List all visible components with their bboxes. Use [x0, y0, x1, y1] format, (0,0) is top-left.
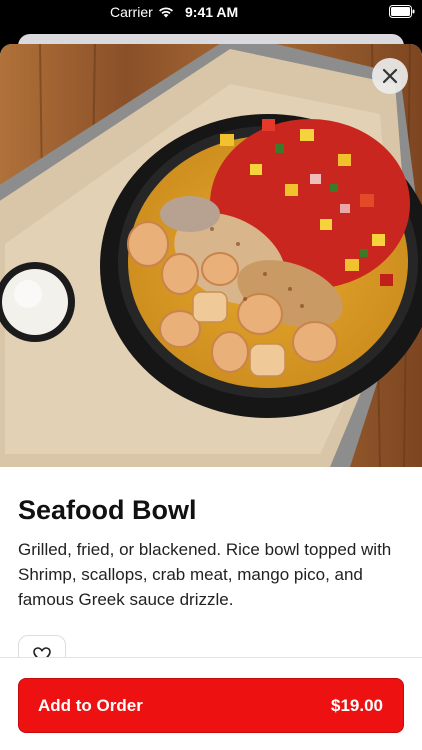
seafood-bowl-photo [0, 44, 422, 467]
item-price: $19.00 [331, 696, 383, 715]
add-to-order-label: Add to Order [38, 696, 143, 715]
add-to-order-button[interactable]: Add to Order $19.00 [18, 678, 404, 733]
battery-icon [389, 5, 415, 18]
item-detail-sheet: Seafood Bowl Grilled, fried, or blackene… [0, 44, 422, 750]
close-icon [382, 68, 398, 84]
status-time: 9:41 AM [185, 4, 239, 20]
status-bar: Carrier 9:41 AM [0, 0, 422, 24]
item-title: Seafood Bowl [18, 495, 197, 525]
close-button[interactable] [372, 58, 408, 94]
wifi-icon [159, 7, 173, 18]
item-description: Grilled, fried, or blackened. Rice bowl … [18, 540, 392, 609]
bottom-action-bar: Add to Order $19.00 [0, 657, 422, 750]
carrier-label: Carrier [110, 4, 153, 20]
